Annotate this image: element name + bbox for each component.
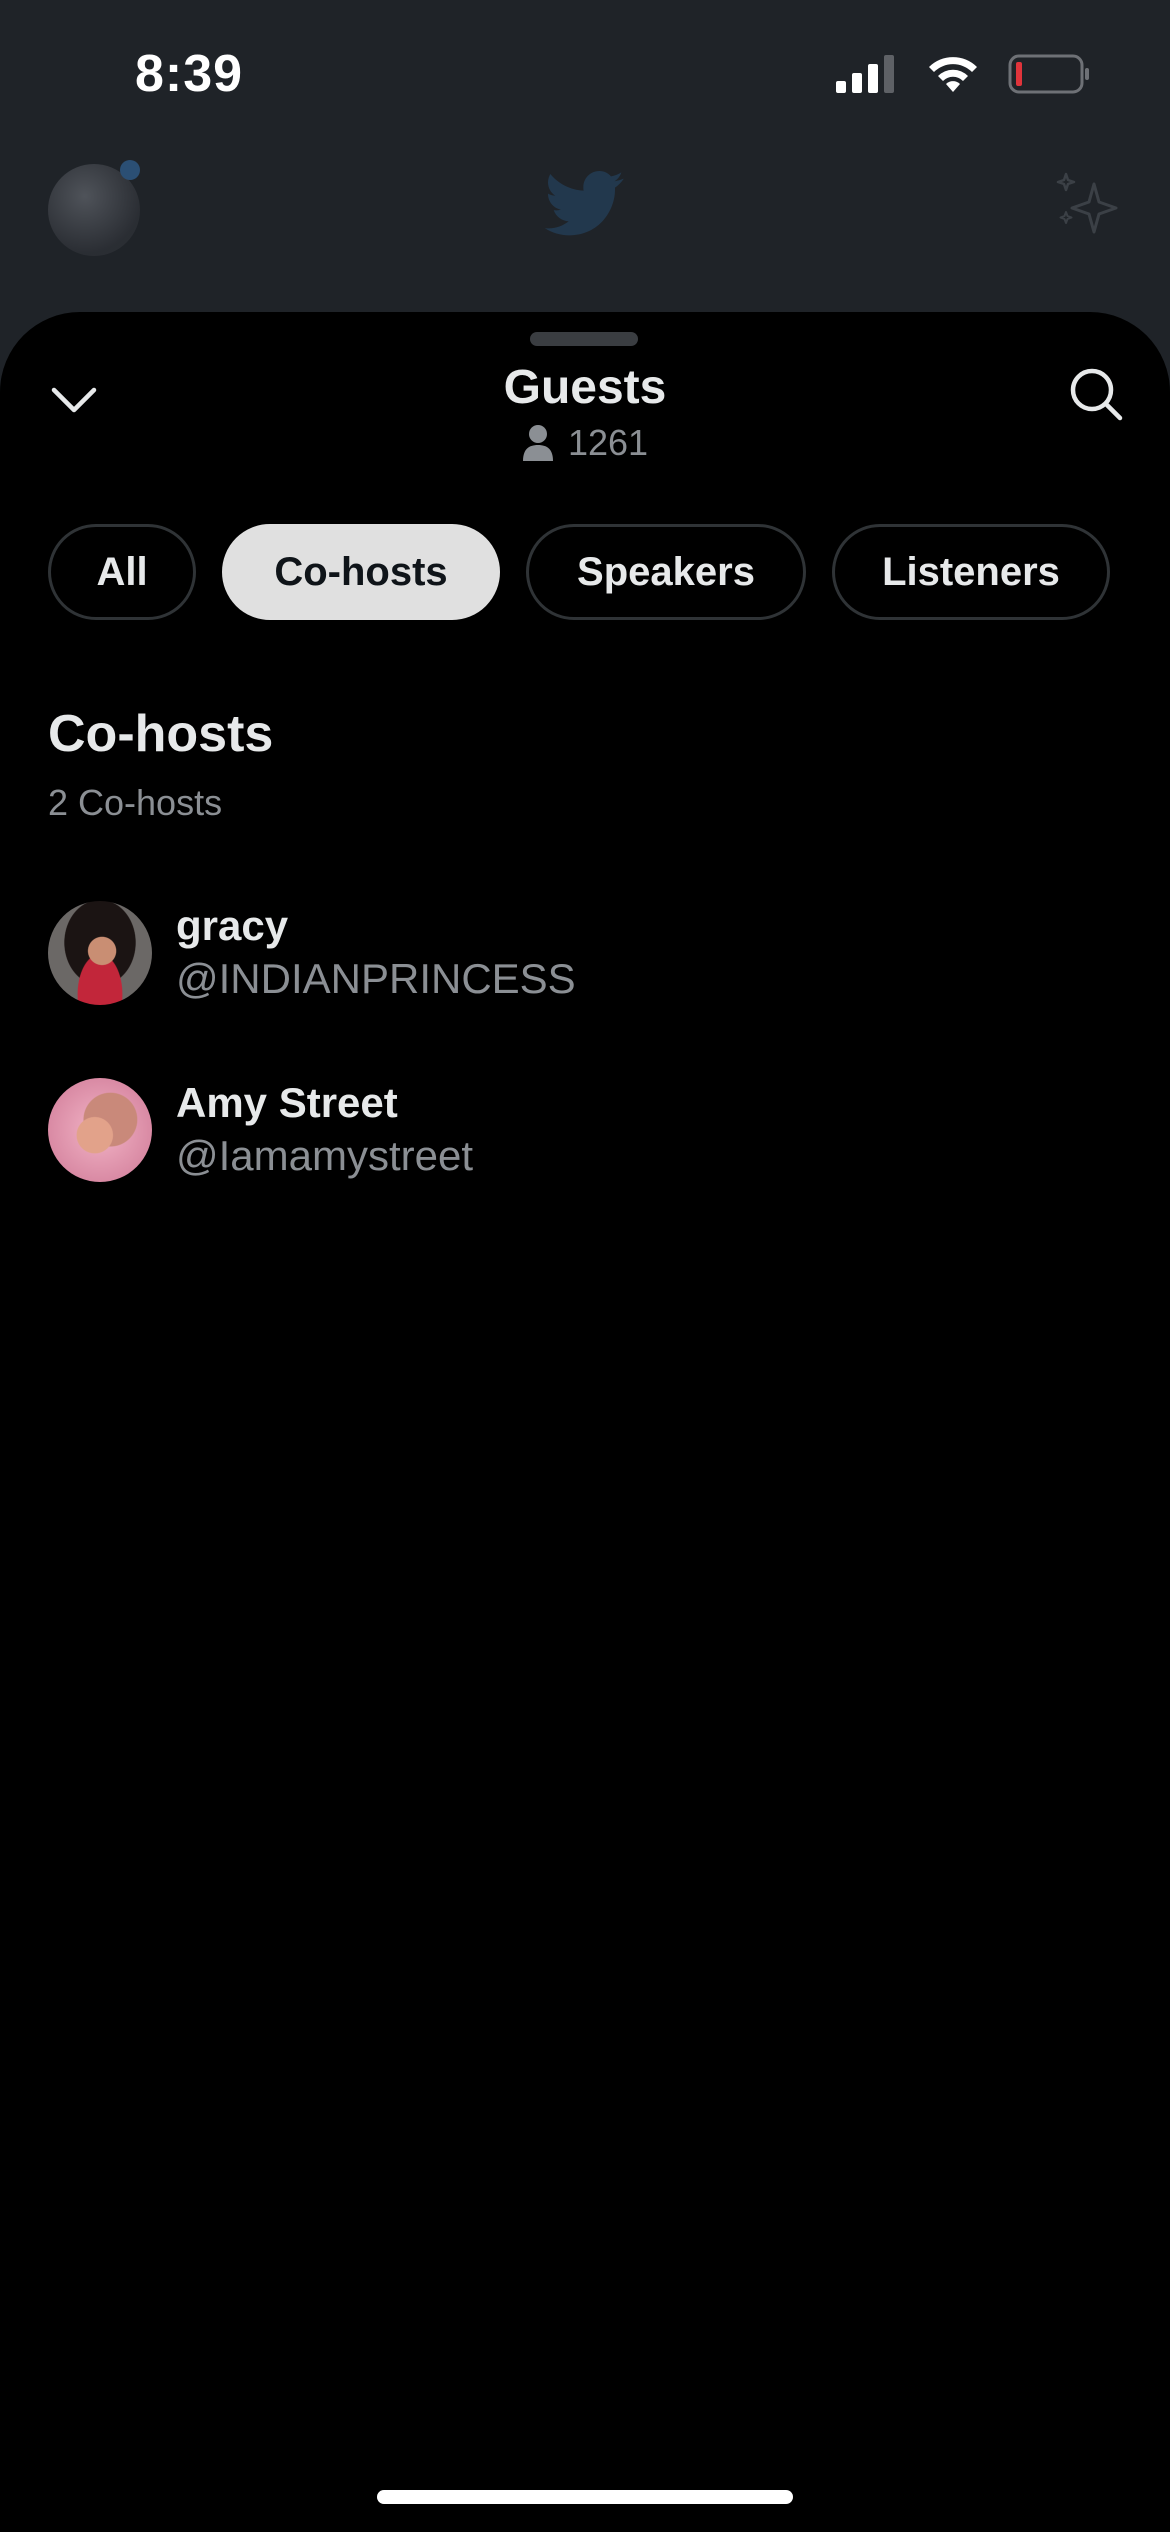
list-item[interactable]: gracy @INDIANPRINCESS	[48, 898, 1122, 1008]
home-indicator[interactable]	[377, 2490, 793, 2504]
status-icons	[836, 54, 1092, 94]
section-subtitle: 2 Co-hosts	[48, 782, 223, 823]
background-app-header	[0, 150, 1170, 310]
search-icon[interactable]	[1066, 364, 1126, 424]
guest-count: 1261	[0, 422, 1170, 464]
sheet-grabber[interactable]	[530, 332, 638, 346]
guest-count-value: 1261	[567, 422, 649, 463]
user-handle: @INDIANPRINCESS	[176, 955, 576, 1002]
battery-low-icon	[1008, 54, 1089, 94]
guest-filter-tabs: All Co-hosts Speakers Listeners	[48, 524, 1110, 620]
section-title: Co-hosts	[48, 705, 274, 763]
user-info: gracy @INDIANPRINCESS	[176, 900, 576, 1006]
guests-sheet: Guests 1261 All Co-hosts Speakers Listen…	[0, 312, 1170, 2532]
user-name: gracy	[176, 902, 289, 949]
twitter-bird-icon	[545, 171, 624, 236]
wifi-icon	[929, 57, 977, 92]
notification-dot	[120, 160, 140, 180]
avatar[interactable]	[48, 901, 152, 1005]
person-icon	[522, 425, 553, 461]
status-time: 8:39	[135, 45, 244, 103]
avatar[interactable]	[48, 1078, 152, 1182]
cellular-signal-icon	[836, 55, 894, 93]
user-name: Amy Street	[176, 1079, 398, 1126]
user-handle: @Iamamystreet	[176, 1132, 474, 1179]
list-item[interactable]: Amy Street @Iamamystreet	[48, 1075, 1122, 1185]
sheet-title: Guests	[503, 361, 667, 414]
user-info: Amy Street @Iamamystreet	[176, 1077, 473, 1183]
tab-listeners[interactable]: Listeners	[832, 524, 1110, 620]
tab-speakers[interactable]: Speakers	[526, 524, 806, 620]
tab-co-hosts[interactable]: Co-hosts	[222, 524, 500, 620]
status-bar: 8:39	[0, 0, 1170, 150]
tab-all[interactable]: All	[48, 524, 196, 620]
sparkle-icon[interactable]	[1052, 168, 1122, 238]
